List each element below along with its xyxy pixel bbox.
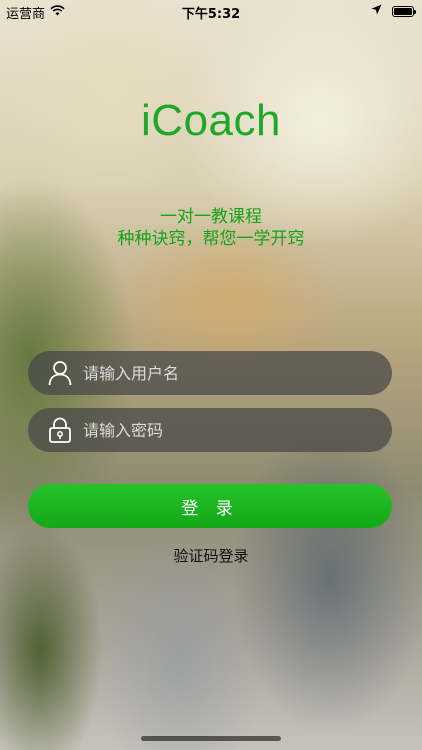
login-button[interactable]: 登 录 <box>28 484 392 528</box>
lock-icon <box>47 417 73 443</box>
status-time: 下午5:32 <box>181 7 241 22</box>
username-input[interactable] <box>83 363 392 383</box>
battery-level <box>394 8 412 15</box>
status-bar: 运营商 下午5:32 <box>0 0 422 22</box>
home-indicator <box>141 736 281 741</box>
code-login-link[interactable]: 验证码登录 <box>0 545 422 566</box>
app-title: iCoach <box>141 96 281 145</box>
user-icon <box>47 360 73 386</box>
status-right <box>371 4 416 19</box>
password-input[interactable] <box>83 420 392 440</box>
tagline-line2: 种种诀窍，帮您一学开窍 <box>117 229 305 249</box>
location-arrow-icon <box>371 4 382 19</box>
battery-icon <box>392 6 416 17</box>
password-field[interactable] <box>28 408 392 452</box>
username-field[interactable] <box>28 351 392 395</box>
